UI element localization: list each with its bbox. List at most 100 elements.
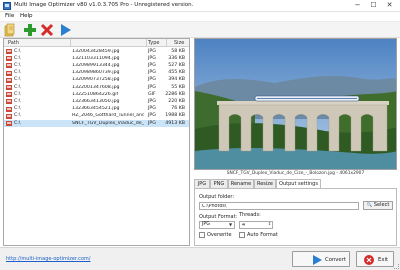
menu-file[interactable]: File bbox=[5, 13, 14, 19]
overwrite-checkbox[interactable] bbox=[199, 232, 205, 238]
file-type-icon bbox=[6, 113, 12, 119]
tab-resize[interactable]: Resize bbox=[254, 179, 276, 188]
table-row[interactable]: C:\ 1323663454521.jpg JPG 76 KB bbox=[4, 106, 189, 113]
exit-label: Exit bbox=[378, 257, 389, 263]
row-name: SNCF_TGV_Duplex_Viaduc_de_... bbox=[72, 120, 144, 126]
row-type: JPG bbox=[148, 120, 156, 126]
remove-files-button[interactable] bbox=[40, 23, 54, 37]
maximize-button[interactable]: ☐ bbox=[366, 0, 381, 11]
add-files-button[interactable] bbox=[23, 23, 37, 37]
title-bar: Multi Image Optimizer v80 v1.0.3.705 Pro… bbox=[0, 0, 400, 12]
tab-png[interactable]: PNG bbox=[210, 179, 228, 188]
resize-grip[interactable] bbox=[394, 264, 399, 269]
row-type: JPG bbox=[148, 70, 156, 76]
select-folder-button[interactable]: 🔍 Select bbox=[363, 201, 393, 210]
table-row[interactable]: C:\ 1320989913344.jpg JPG 527 KB bbox=[4, 62, 189, 69]
row-size: 55 KB bbox=[171, 84, 185, 90]
row-name: 1322001347608.jpg bbox=[72, 84, 120, 90]
table-row[interactable]: C:\ 1320989860739.jpg JPG 455 KB bbox=[4, 70, 189, 77]
file-list[interactable]: Path Type Size C:\ 1320043428459.jpg JPG 58… bbox=[3, 38, 190, 246]
row-path: C:\ bbox=[14, 70, 21, 76]
toolbar bbox=[0, 21, 400, 38]
tab-rename[interactable]: Rename bbox=[228, 179, 254, 188]
table-row[interactable]: C:\ 1322001347608.jpg JPG 55 KB bbox=[4, 84, 189, 91]
row-path: C:\ bbox=[14, 98, 21, 104]
row-type: GIF bbox=[148, 91, 156, 97]
row-type: JPG bbox=[148, 98, 156, 104]
row-size: 336 KB bbox=[168, 55, 185, 61]
column-separator[interactable] bbox=[146, 39, 147, 47]
row-path: C:\ bbox=[14, 113, 21, 119]
exit-icon bbox=[364, 255, 374, 265]
app-icon bbox=[3, 2, 11, 10]
row-path: C:\ bbox=[14, 91, 21, 97]
website-link[interactable]: http://multi-image-optimizer.com/ bbox=[6, 256, 90, 262]
row-path: C:\ bbox=[14, 62, 21, 68]
file-type-icon bbox=[6, 99, 12, 105]
row-path: C:\ bbox=[14, 84, 21, 90]
spin-arrows-icon[interactable]: ⇕ bbox=[267, 222, 272, 226]
column-separator[interactable] bbox=[166, 39, 167, 47]
table-row[interactable]: C:\ 1320043428459.jpg JPG 58 KB bbox=[4, 48, 189, 55]
row-size: 58 KB bbox=[171, 48, 185, 54]
column-header-size[interactable]: Size bbox=[174, 40, 184, 46]
row-size: 2286 KB bbox=[165, 91, 185, 97]
row-name: 1321103311094.jpg bbox=[72, 55, 120, 61]
output-format-select[interactable]: JPG ▼ bbox=[199, 221, 235, 229]
remove-icon bbox=[40, 23, 54, 37]
row-type: JPG bbox=[148, 106, 156, 112]
file-type-icon bbox=[6, 63, 12, 69]
row-type: JPG bbox=[148, 113, 156, 119]
output-folder-input[interactable] bbox=[199, 202, 359, 210]
row-size: 220 KB bbox=[168, 98, 185, 104]
column-header-type[interactable]: Type bbox=[148, 40, 159, 46]
table-row[interactable]: C:\ 1322510864226.gif GIF 2286 KB bbox=[4, 91, 189, 98]
exit-button[interactable]: Exit bbox=[356, 251, 394, 267]
threads-label: Threads: bbox=[239, 212, 261, 218]
preview-caption: SNCF_TGV_Duplex_Viaduc_de_Cize_-_Bolozon… bbox=[226, 171, 365, 176]
row-type: JPG bbox=[148, 84, 156, 90]
play-icon bbox=[313, 255, 322, 265]
table-row[interactable]: C:\ 1320990737258.jpg JPG 394 KB bbox=[4, 77, 189, 84]
file-type-icon bbox=[6, 106, 12, 112]
start-button[interactable] bbox=[58, 23, 72, 37]
table-row[interactable]: C:\ 1323663413050.jpg JPG 220 KB bbox=[4, 98, 189, 105]
row-name: 1323663454521.jpg bbox=[72, 106, 120, 112]
row-name: 1320043428459.jpg bbox=[72, 48, 120, 54]
file-type-icon bbox=[6, 70, 12, 76]
row-size: 394 KB bbox=[168, 77, 185, 83]
row-path: C:\ bbox=[14, 120, 21, 126]
row-type: JPG bbox=[148, 48, 156, 54]
overwrite-label: Overwrite bbox=[207, 232, 232, 238]
row-path: C:\ bbox=[14, 55, 21, 61]
row-size: 1988 KB bbox=[165, 113, 185, 119]
tab-jpg[interactable]: JPG bbox=[194, 179, 210, 188]
menu-help[interactable]: Help bbox=[20, 13, 33, 19]
search-icon: 🔍 bbox=[366, 203, 373, 208]
output-folder-label: Output folder: bbox=[199, 194, 235, 200]
close-button[interactable]: ✕ bbox=[382, 0, 397, 11]
auto-format-checkbox[interactable] bbox=[239, 232, 245, 238]
row-name: 1320989860739.jpg bbox=[72, 70, 120, 76]
add-icon bbox=[24, 24, 36, 36]
row-name: 1320990737258.jpg bbox=[72, 77, 120, 83]
auto-format-label: Auto Format bbox=[247, 232, 278, 238]
table-row[interactable]: C:\ SNCF_TGV_Duplex_Viaduc_de_... JPG 4913 … bbox=[4, 120, 189, 127]
file-list-header: Path Type Size bbox=[4, 39, 189, 47]
row-size: 4913 KB bbox=[165, 120, 185, 126]
convert-button[interactable]: Convert bbox=[292, 251, 350, 267]
row-name: HZ_2046_Gotthard_Tunnel_and_... bbox=[72, 113, 144, 119]
column-header-path[interactable]: Path bbox=[8, 40, 19, 46]
table-row[interactable]: C:\ 1321103311094.jpg JPG 336 KB bbox=[4, 55, 189, 62]
output-format-value: JPG bbox=[202, 222, 211, 227]
image-preview bbox=[194, 38, 397, 170]
row-type: JPG bbox=[148, 77, 156, 83]
open-folder-button[interactable] bbox=[3, 23, 17, 37]
row-type: JPG bbox=[148, 62, 156, 68]
convert-label: Convert bbox=[325, 257, 346, 263]
column-separator[interactable] bbox=[70, 39, 71, 47]
minimize-button[interactable]: − bbox=[350, 0, 365, 11]
table-row[interactable]: C:\ HZ_2046_Gotthard_Tunnel_and_... JPG 198… bbox=[4, 113, 189, 120]
row-size: 527 KB bbox=[168, 62, 185, 68]
file-type-icon bbox=[6, 121, 12, 126]
